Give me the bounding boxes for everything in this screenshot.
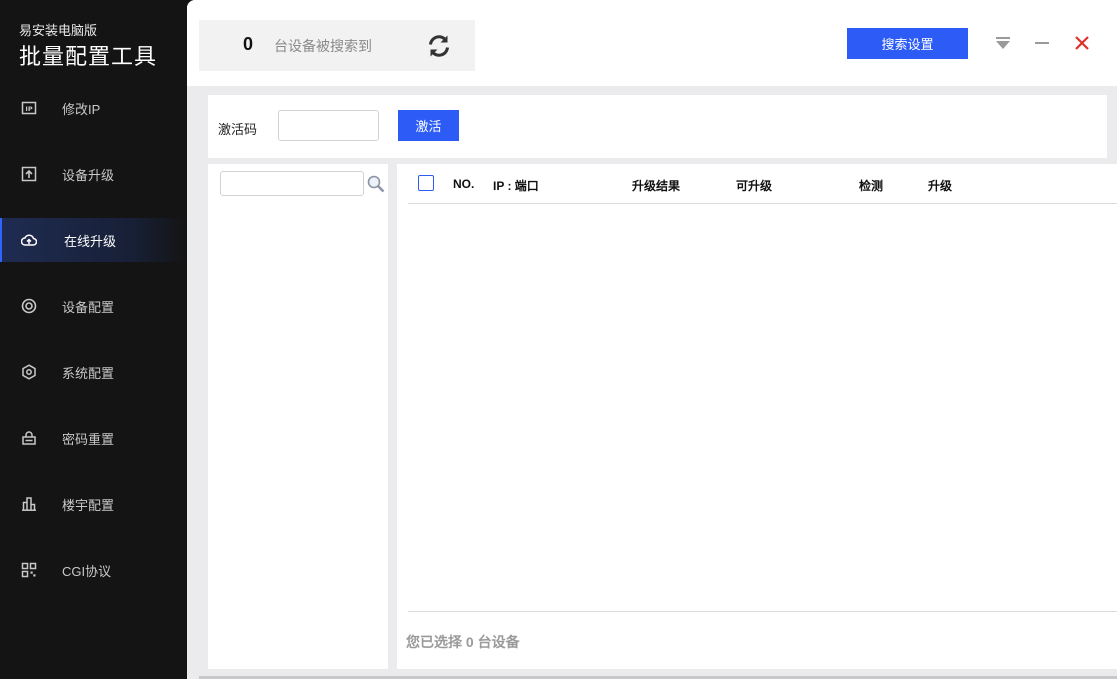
device-count: 0 bbox=[243, 34, 254, 54]
hexagon-gear-icon bbox=[22, 364, 36, 380]
sidebar-item-device-upgrade[interactable]: 设备升级 bbox=[0, 152, 187, 196]
device-table-panel: NO. IP : 端口 升级结果 可升级 检测 升级 您已选择 0 台设备 bbox=[397, 164, 1117, 669]
sidebar-item-modify-ip[interactable]: IP 修改IP bbox=[0, 86, 187, 130]
refresh-icon[interactable] bbox=[425, 32, 453, 60]
search-settings-button[interactable]: 搜索设置 bbox=[847, 28, 968, 59]
footer-divider bbox=[408, 611, 1117, 612]
target-circle-icon bbox=[21, 298, 37, 314]
selected-devices-status: 您已选择 0 台设备 bbox=[406, 634, 520, 650]
sidebar-item-label: 设备配置 bbox=[62, 299, 115, 315]
activation-panel: 激活码 激活 bbox=[208, 95, 1107, 158]
building-icon bbox=[22, 497, 36, 511]
activation-code-input[interactable] bbox=[278, 110, 379, 141]
device-count-label: 台设备被搜索到 bbox=[274, 38, 372, 54]
grid-qr-icon bbox=[21, 562, 37, 578]
column-header-no: NO. bbox=[453, 177, 475, 191]
sidebar-item-building-config[interactable]: 楼宇配置 bbox=[0, 482, 187, 526]
tree-search-input[interactable] bbox=[220, 171, 364, 196]
app-subtitle: 易安装电脑版 bbox=[19, 23, 98, 38]
main-area: 0 台设备被搜索到 搜索设置 激活码 激活 NO. IP: 端口 升级结果 可… bbox=[187, 0, 1117, 679]
sidebar-item-online-upgrade[interactable]: 在线升级 bbox=[0, 218, 187, 262]
sidebar-item-label: 设备升级 bbox=[62, 167, 115, 183]
sidebar-item-label: 修改IP bbox=[62, 101, 101, 117]
column-header-upgradable: 可升级 bbox=[736, 179, 773, 193]
close-icon[interactable] bbox=[1073, 34, 1091, 52]
sidebar-item-label: 系统配置 bbox=[62, 365, 115, 381]
sidebar: 易安装电脑版 批量配置工具 IP 修改IP 设备升级 在线升级 设备配置 系统配… bbox=[0, 0, 187, 679]
sidebar-item-label: 楼宇配置 bbox=[62, 497, 115, 513]
ip-icon: IP bbox=[21, 101, 37, 115]
device-count-panel: 0 台设备被搜索到 bbox=[199, 20, 475, 71]
sidebar-item-label: 密码重置 bbox=[62, 431, 115, 447]
minimize-icon[interactable] bbox=[1033, 34, 1051, 52]
sidebar-item-password-reset[interactable]: 密码重置 bbox=[0, 416, 187, 460]
top-bar: 0 台设备被搜索到 搜索设置 bbox=[187, 0, 1117, 86]
search-icon[interactable] bbox=[366, 174, 386, 194]
sidebar-item-cgi-protocol[interactable]: CGI协议 bbox=[0, 548, 187, 592]
device-tree-panel bbox=[208, 164, 388, 669]
sidebar-item-label: 在线升级 bbox=[64, 233, 117, 249]
sidebar-item-system-config[interactable]: 系统配置 bbox=[0, 350, 187, 394]
column-header-upgrade-result: 升级结果 bbox=[632, 179, 681, 193]
activate-button[interactable]: 激活 bbox=[398, 110, 459, 141]
svg-text:IP: IP bbox=[25, 105, 32, 113]
cloud-upload-icon bbox=[21, 234, 37, 246]
sidebar-item-label: CGI协议 bbox=[62, 563, 112, 579]
column-header-upgrade: 升级 bbox=[928, 179, 953, 193]
app-title: 批量配置工具 bbox=[19, 44, 158, 69]
column-header-check: 检测 bbox=[859, 179, 884, 193]
column-header-ip-port: IP : 端口 bbox=[493, 179, 539, 193]
select-all-checkbox[interactable] bbox=[418, 175, 434, 191]
sidebar-item-device-config[interactable]: 设备配置 bbox=[0, 284, 187, 328]
dropdown-menu-icon[interactable] bbox=[994, 34, 1012, 52]
lock-box-icon bbox=[22, 431, 36, 445]
upload-box-icon bbox=[21, 166, 37, 182]
activation-code-label: 激活码 bbox=[218, 122, 258, 137]
table-header: NO. IP : 端口 升级结果 可升级 检测 升级 bbox=[408, 164, 1117, 204]
